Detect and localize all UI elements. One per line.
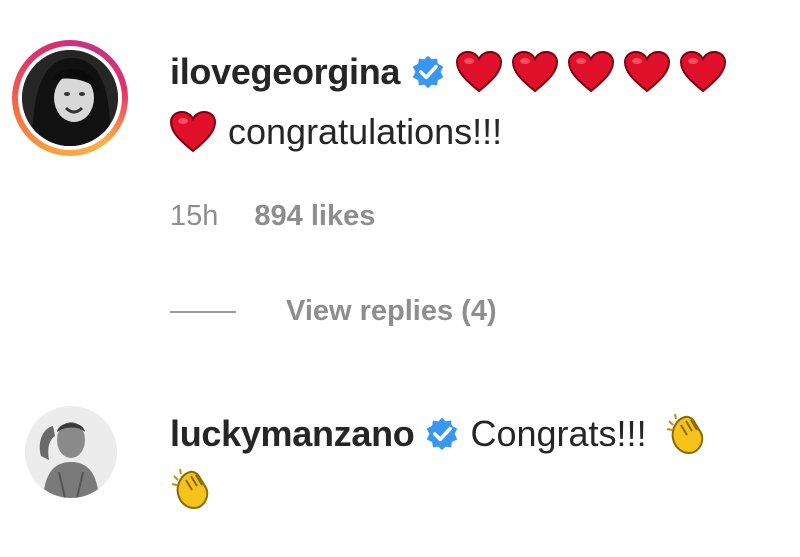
comment-meta: 15h 894 likes: [170, 200, 375, 233]
red-heart-icon: [624, 50, 671, 93]
verified-badge-icon: [410, 54, 446, 90]
red-heart-icon: [512, 50, 559, 93]
avatar-image: [22, 50, 118, 146]
comment-body: ilovegeorgina congratulations!!!: [169, 42, 736, 162]
comment-timestamp[interactable]: 15h: [170, 200, 218, 233]
red-heart-icon: [568, 50, 615, 93]
comment-text: Congrats!!!: [470, 413, 647, 454]
verified-badge-icon: [424, 416, 460, 452]
username-link[interactable]: luckymanzano: [170, 413, 415, 455]
red-heart-icon: [169, 110, 217, 153]
comment-item-ilovegeorgina: ilovegeorgina congratulations!!! 15h 894…: [0, 40, 800, 250]
red-heart-icon: [680, 50, 727, 93]
replies-divider: [170, 310, 236, 313]
likes-count[interactable]: 894 likes: [254, 200, 375, 233]
comment-body: luckymanzano Congrats!!!: [170, 404, 711, 514]
clapping-hands-icon: [170, 466, 216, 512]
avatar-image: [25, 406, 117, 498]
avatar[interactable]: [25, 406, 117, 498]
comment-text: congratulations!!!: [228, 111, 503, 152]
view-replies-button[interactable]: View replies (4): [170, 295, 497, 328]
clapping-hands-icon: [665, 411, 711, 457]
comment-item-luckymanzano: luckymanzano Congrats!!!: [0, 400, 800, 540]
view-replies-label: View replies (4): [286, 295, 497, 327]
red-heart-icon: [456, 50, 503, 93]
avatar[interactable]: [22, 50, 118, 146]
username-link[interactable]: ilovegeorgina: [170, 51, 400, 93]
